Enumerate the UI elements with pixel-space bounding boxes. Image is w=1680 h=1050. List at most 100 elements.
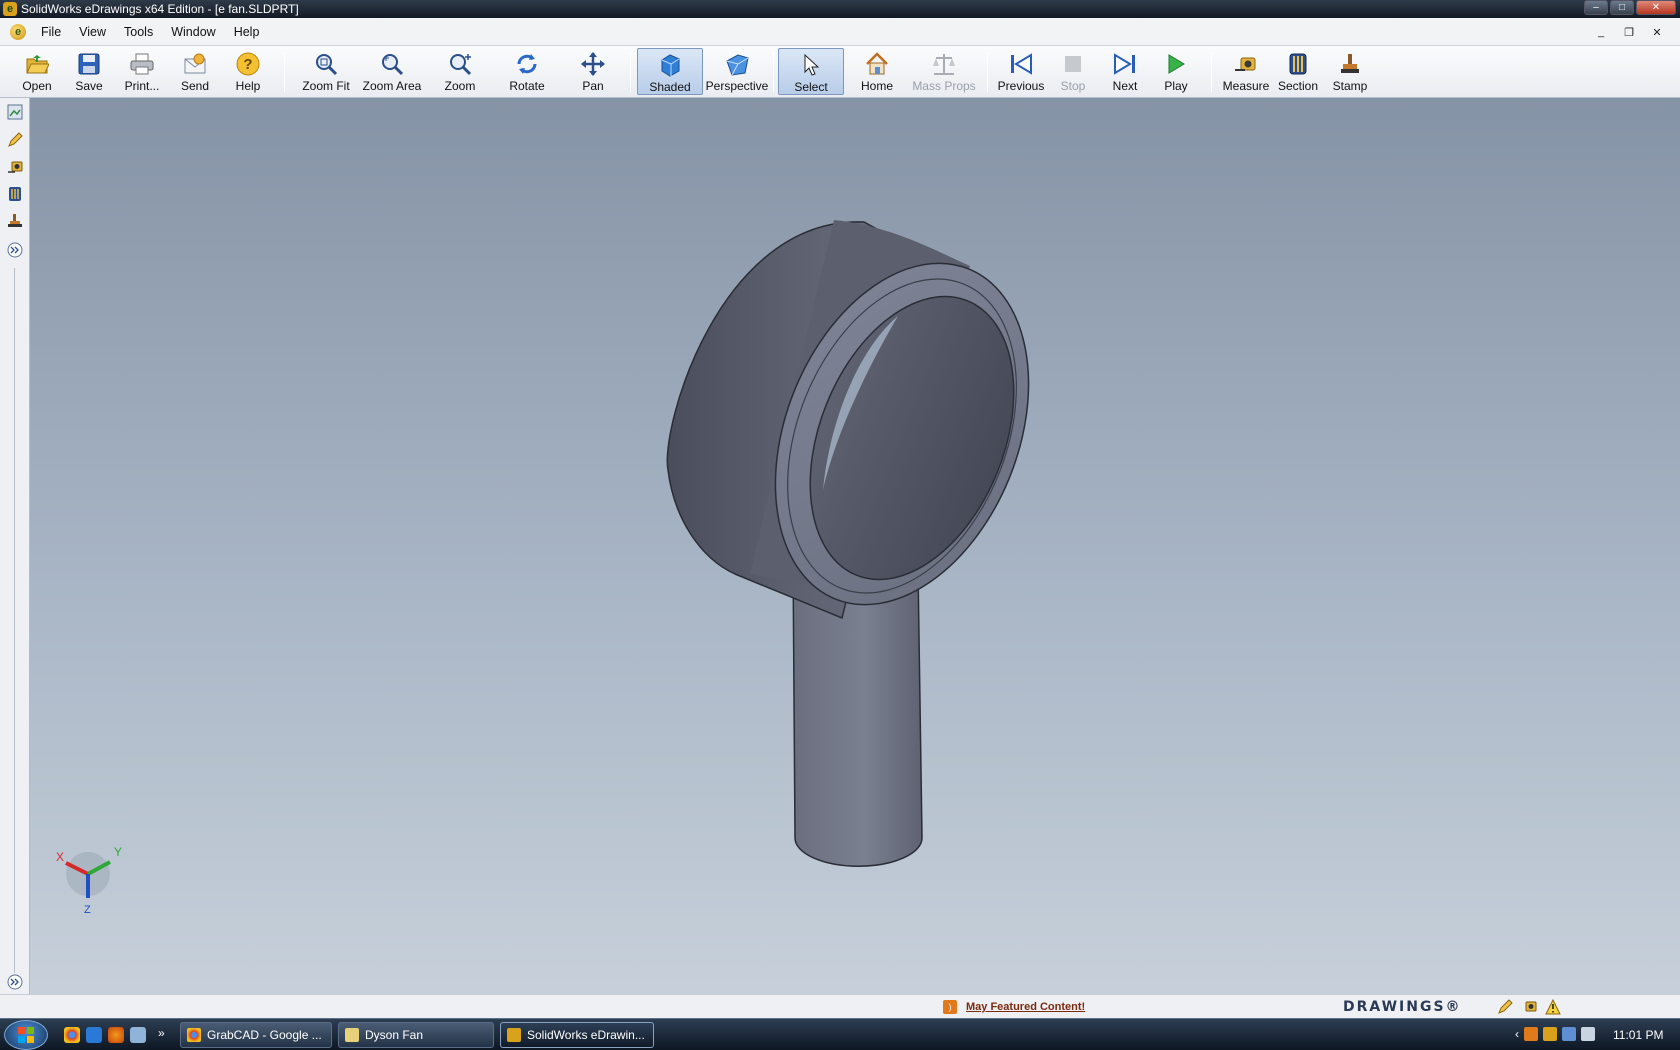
play-button[interactable]: Play (1152, 48, 1200, 95)
taskbar-clock[interactable]: 11:01 PM (1613, 1028, 1663, 1042)
svg-text:?: ? (243, 56, 252, 73)
left-tool-panel (0, 98, 30, 994)
edrawings-brand-logo: DRAWINGS® (1343, 999, 1462, 1015)
triad-x-label: X (56, 850, 64, 864)
previous-icon (1008, 51, 1034, 77)
network-icon[interactable] (1562, 1027, 1576, 1041)
task-edrawings[interactable]: SolidWorks eDrawin... (500, 1022, 654, 1048)
pan-button[interactable]: Pan (567, 48, 619, 95)
section-icon (1285, 51, 1311, 77)
menu-tools[interactable]: Tools (115, 25, 162, 39)
shaded-cube-icon (657, 52, 683, 78)
save-disk-icon (76, 51, 102, 77)
next-icon (1112, 51, 1138, 77)
menu-file[interactable]: File (32, 25, 70, 39)
start-button[interactable] (4, 1020, 48, 1050)
warning-icon[interactable] (1545, 998, 1561, 1018)
task-grabcad[interactable]: GrabCAD - Google ... (180, 1022, 332, 1048)
main-toolbar: Open Save Print... Send ? Help Zoom Fit … (0, 46, 1680, 98)
send-mail-icon (182, 51, 208, 77)
window-title: SolidWorks eDrawings x64 Edition - [e fa… (21, 2, 299, 16)
stop-button[interactable]: Stop (1050, 48, 1096, 95)
edrawings-app-icon[interactable]: e (3, 2, 17, 16)
zoom-area-icon (379, 51, 405, 77)
perspective-cube-icon (724, 51, 750, 77)
triad-y-label: Y (114, 845, 122, 859)
zoom-area-button[interactable]: Zoom Area (360, 48, 424, 95)
measure-icon (1233, 51, 1259, 77)
home-icon (864, 51, 890, 77)
menu-bar: e File View Tools Window Help _ ❐ ✕ (0, 18, 1680, 46)
home-button[interactable]: Home (852, 48, 902, 95)
tray-app-icon[interactable] (1543, 1027, 1557, 1041)
document-icon (345, 1028, 359, 1042)
expand-chevron-icon[interactable] (5, 972, 25, 992)
previous-button[interactable]: Previous (994, 48, 1048, 95)
print-button[interactable]: Print... (118, 48, 166, 95)
system-tray: ‹ (1515, 1027, 1595, 1041)
window-maximize-button[interactable]: □ (1610, 0, 1634, 15)
show-desktop-icon[interactable] (130, 1027, 146, 1043)
expand-chevron-icon[interactable] (5, 240, 25, 260)
mass-props-button[interactable]: Mass Props (909, 48, 979, 95)
measure-button[interactable]: Measure (1220, 48, 1272, 95)
next-button[interactable]: Next (1100, 48, 1150, 95)
stamp-icon[interactable] (5, 211, 25, 231)
markup-pen-icon[interactable] (1497, 999, 1513, 1018)
stamp-button[interactable]: Stamp (1326, 48, 1374, 95)
pan-icon (580, 51, 606, 77)
markup-pen-icon[interactable] (5, 130, 25, 150)
menu-help[interactable]: Help (225, 25, 269, 39)
section-icon[interactable] (5, 184, 25, 204)
quick-launch-overflow[interactable]: » (158, 1026, 165, 1040)
send-button[interactable]: Send (172, 48, 218, 95)
window-minimize-button[interactable]: – (1584, 0, 1608, 15)
play-icon (1163, 51, 1189, 77)
tray-expand-icon[interactable]: ‹ (1515, 1027, 1519, 1041)
help-button[interactable]: ? Help (225, 48, 271, 95)
zoom-fit-button[interactable]: Zoom Fit (296, 48, 356, 95)
help-icon: ? (235, 51, 261, 77)
components-icon[interactable] (5, 102, 25, 122)
volume-icon[interactable] (1581, 1027, 1595, 1041)
doc-minimize-button[interactable]: _ (1590, 24, 1612, 40)
doc-restore-button[interactable]: ❐ (1618, 24, 1640, 40)
document-icon[interactable]: e (10, 23, 26, 40)
section-button[interactable]: Section (1274, 48, 1322, 95)
save-button[interactable]: Save (67, 48, 111, 95)
rss-feed-icon[interactable]: ) (943, 1000, 957, 1014)
panel-divider (14, 268, 15, 973)
3d-viewport[interactable]: X Y Z (30, 98, 1680, 994)
axis-triad: X Y Z (56, 845, 122, 916)
fan-model: X Y Z (56, 220, 1030, 916)
measure-icon[interactable] (5, 157, 25, 177)
menu-view[interactable]: View (70, 25, 115, 39)
open-button[interactable]: Open (14, 48, 60, 95)
task-dyson-fan[interactable]: Dyson Fan (338, 1022, 494, 1048)
tray-app-icon[interactable] (1524, 1027, 1538, 1041)
window-close-button[interactable]: ✕ (1636, 0, 1676, 15)
folder-open-icon (24, 51, 50, 77)
zoom-fit-icon (313, 51, 339, 77)
printer-icon (129, 51, 155, 77)
mass-props-icon (931, 51, 957, 77)
rotate-button[interactable]: Rotate (501, 48, 553, 95)
chrome-icon[interactable] (64, 1027, 80, 1043)
menu-window[interactable]: Window (162, 25, 224, 39)
zoom-icon (447, 51, 473, 77)
ie-icon[interactable] (86, 1027, 102, 1043)
zoom-button[interactable]: Zoom (434, 48, 486, 95)
edrawings-app-icon (507, 1028, 521, 1042)
measure-icon[interactable] (1521, 999, 1537, 1018)
shaded-button[interactable]: Shaded (637, 48, 703, 95)
chrome-icon (187, 1028, 201, 1042)
window-titlebar: e SolidWorks eDrawings x64 Edition - [e … (0, 0, 1680, 18)
triad-z-label: Z (84, 904, 91, 916)
windows-taskbar: » GrabCAD - Google ... Dyson Fan SolidWo… (0, 1018, 1680, 1050)
firefox-icon[interactable] (108, 1027, 124, 1043)
stop-icon (1060, 51, 1086, 77)
doc-close-button[interactable]: ✕ (1646, 24, 1668, 40)
perspective-button[interactable]: Perspective (705, 48, 769, 95)
select-button[interactable]: Select (778, 48, 844, 95)
featured-content-link[interactable]: May Featured Content! (966, 1001, 1085, 1013)
